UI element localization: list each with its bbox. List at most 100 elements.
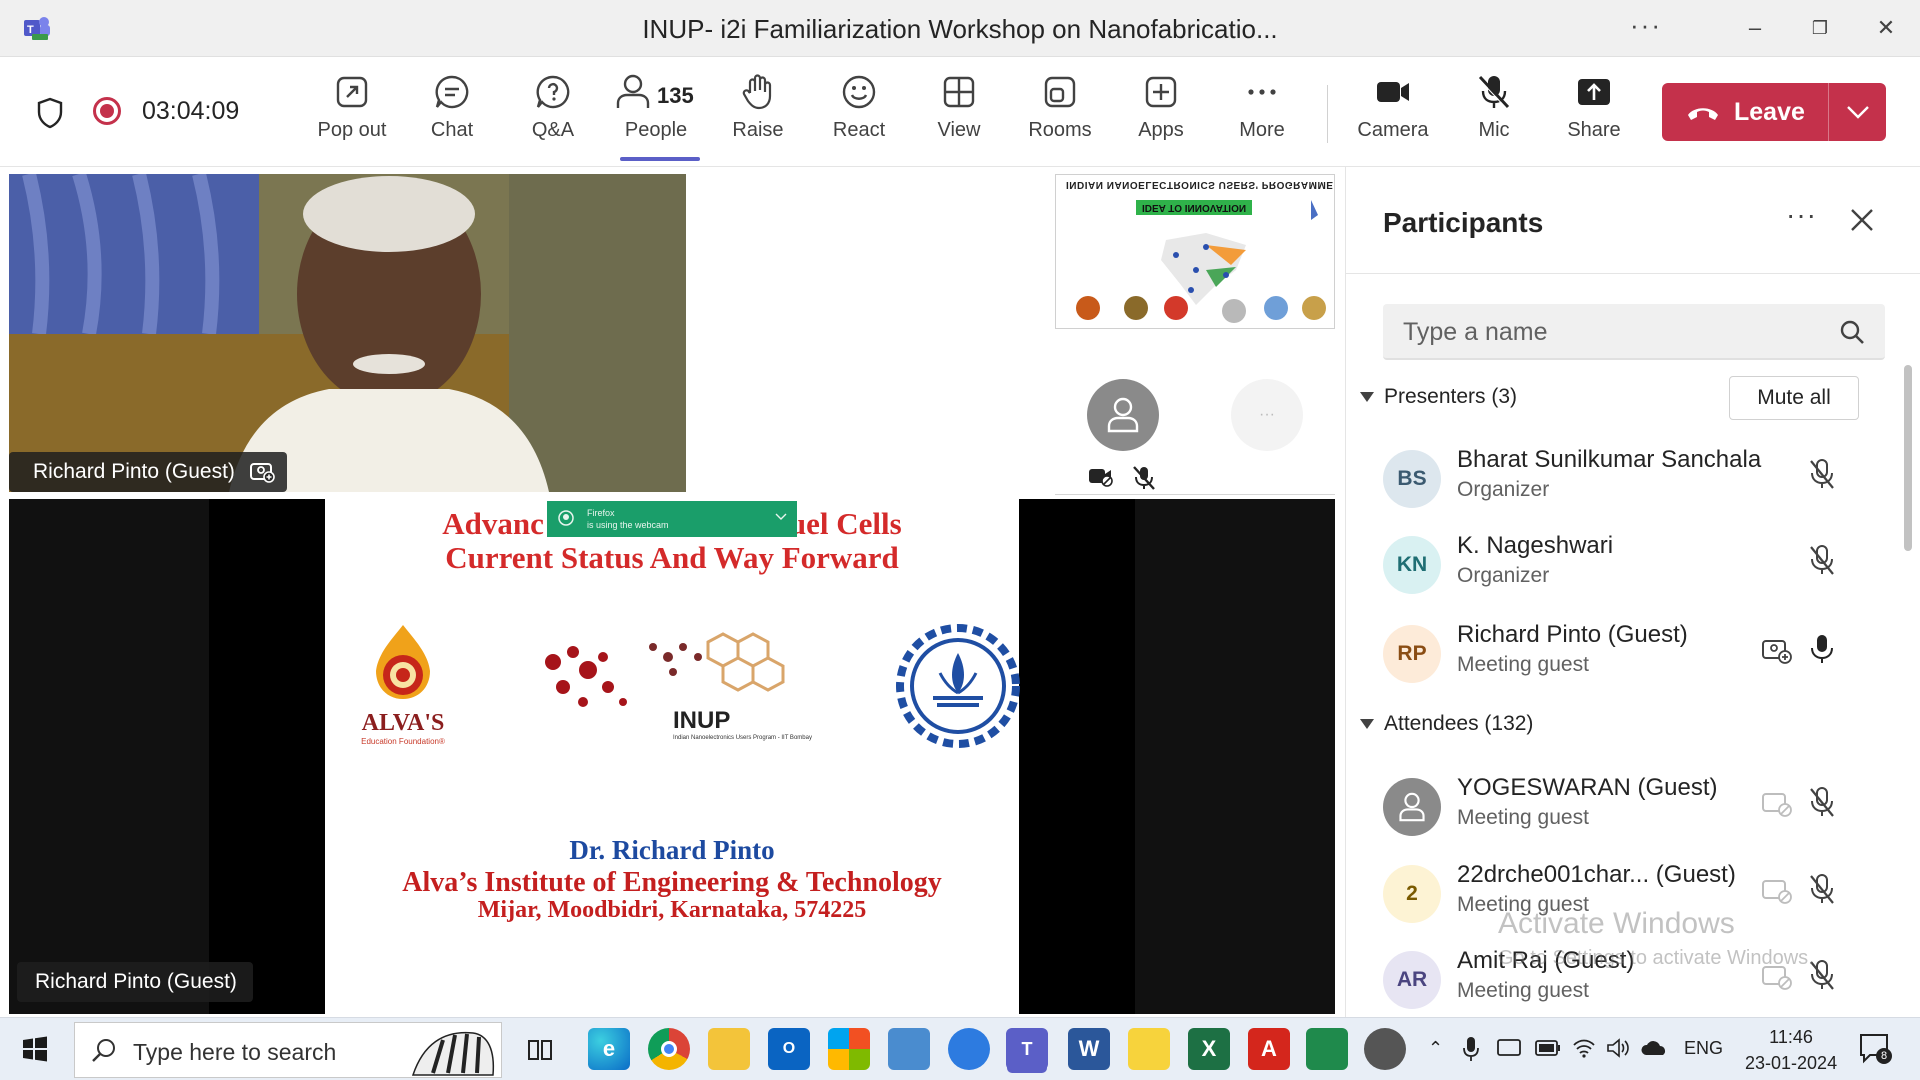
- apps-button[interactable]: Apps: [1113, 73, 1209, 157]
- guest-camera-icon: [249, 463, 275, 483]
- close-icon[interactable]: [1849, 207, 1875, 233]
- toolbar-divider: [1327, 85, 1328, 143]
- panel-more-icon[interactable]: ···: [1786, 199, 1817, 231]
- acrobat-icon[interactable]: A: [1248, 1028, 1290, 1070]
- raise-hand-button[interactable]: Raise: [710, 73, 806, 157]
- participant-row[interactable]: YOGESWARAN (Guest) Meeting guest: [1383, 770, 1883, 842]
- microsoft-store-icon[interactable]: [828, 1028, 870, 1070]
- show-hidden-icons-chevron[interactable]: ⌃: [1428, 1038, 1443, 1059]
- presenters-label: Presenters (3): [1384, 385, 1518, 408]
- mic-muted-icon[interactable]: [1808, 458, 1836, 490]
- window-more-icon[interactable]: ···: [1630, 10, 1662, 41]
- edge-icon[interactable]: e: [588, 1028, 630, 1070]
- file-explorer-icon[interactable]: [708, 1028, 750, 1070]
- participant-search-input[interactable]: [1403, 316, 1823, 348]
- participant-video-tile[interactable]: Richard Pinto (Guest): [9, 174, 686, 492]
- teams-taskbar-icon[interactable]: T: [1006, 1028, 1048, 1070]
- search-icon: [1840, 320, 1864, 344]
- windows-start-icon[interactable]: [22, 1036, 48, 1062]
- video-name-tag: Richard Pinto (Guest): [9, 452, 287, 492]
- alvas-tagline: Education Foundation®: [361, 737, 445, 746]
- app-green-icon[interactable]: [1306, 1028, 1348, 1070]
- leave-main-button[interactable]: Leave: [1662, 83, 1828, 141]
- participant-role: Organizer: [1457, 478, 1550, 501]
- taskbar-clock[interactable]: 11:46 23-01-2024: [1745, 1024, 1837, 1076]
- close-window-button[interactable]: ✕: [1866, 8, 1906, 48]
- avatar: AR: [1383, 951, 1441, 1009]
- app-blue-icon[interactable]: [948, 1028, 990, 1070]
- language-indicator[interactable]: ENG: [1684, 1038, 1723, 1059]
- shared-screen-thumbnail[interactable]: INDIAN NANOELECTRONICS USERS' PROGRAMME …: [1055, 174, 1335, 329]
- chat-button[interactable]: Chat: [404, 73, 500, 157]
- taskbar-search-box[interactable]: Type here to search: [74, 1022, 502, 1078]
- mic-muted-icon[interactable]: [1808, 873, 1836, 905]
- shield-icon[interactable]: [36, 97, 64, 129]
- participant-role: Meeting guest: [1457, 979, 1589, 1002]
- onedrive-icon[interactable]: [1640, 1040, 1668, 1056]
- restore-button[interactable]: ❐: [1800, 8, 1840, 48]
- firefox-banner-line1: Firefox: [587, 508, 615, 518]
- more-icon: [1248, 89, 1276, 95]
- participant-row[interactable]: BS Bharat Sunilkumar Sanchala Organizer: [1383, 442, 1883, 514]
- leave-button[interactable]: Leave: [1662, 83, 1886, 141]
- microphone-tray-icon[interactable]: [1463, 1036, 1479, 1062]
- mic-label: Mic: [1478, 119, 1510, 141]
- more-participants-tile[interactable]: ···: [1231, 379, 1303, 451]
- participant-row[interactable]: KN K. Nageshwari Organizer: [1383, 528, 1883, 600]
- panel-scrollbar[interactable]: [1904, 365, 1912, 551]
- mic-button[interactable]: Mic: [1446, 73, 1542, 157]
- avatar: [1383, 778, 1441, 836]
- participant-role: Meeting guest: [1457, 653, 1589, 676]
- rooms-button[interactable]: Rooms: [1012, 73, 1108, 157]
- word-icon[interactable]: W: [1068, 1028, 1110, 1070]
- view-button[interactable]: View: [911, 73, 1007, 157]
- camera-off-icon[interactable]: [1761, 790, 1793, 818]
- qa-button[interactable]: Q&A: [505, 73, 601, 157]
- pop-out-button[interactable]: Pop out: [304, 73, 400, 157]
- slide-institute: Alva’s Institute of Engineering & Techno…: [402, 867, 942, 898]
- presentation-slide: Advanc uel Cells Current Status And Way F…: [325, 499, 1020, 1014]
- wifi-icon[interactable]: [1572, 1038, 1596, 1058]
- camera-button[interactable]: Camera: [1345, 73, 1441, 157]
- chrome-icon[interactable]: [648, 1028, 690, 1070]
- mic-muted-icon[interactable]: [1808, 786, 1836, 818]
- sticky-notes-icon[interactable]: [1128, 1028, 1170, 1070]
- attendees-label: Attendees (132): [1384, 712, 1534, 735]
- firefox-webcam-banner[interactable]: Firefox is using the webcam: [547, 501, 797, 537]
- shared-content-tile[interactable]: Advanc uel Cells Current Status And Way F…: [9, 499, 1335, 1014]
- phone-hangup-icon: [1688, 108, 1718, 120]
- recording-icon: [93, 97, 121, 125]
- minimize-button[interactable]: –: [1735, 8, 1775, 48]
- notification-center-icon[interactable]: 8: [1858, 1032, 1892, 1066]
- participant-row[interactable]: RP Richard Pinto (Guest) Meeting guest: [1383, 617, 1883, 689]
- react-button[interactable]: React: [811, 73, 907, 157]
- title-bar: T INUP- i2i Familiarization Workshop on …: [0, 0, 1920, 57]
- volume-icon[interactable]: [1606, 1038, 1630, 1058]
- camera-add-icon[interactable]: [1761, 637, 1793, 665]
- camera-off-icon[interactable]: [1761, 877, 1793, 905]
- task-view-icon[interactable]: [527, 1037, 553, 1063]
- participant-avatar[interactable]: [1087, 379, 1159, 451]
- presenters-section-toggle[interactable]: Presenters (3): [1360, 385, 1517, 409]
- inup-logo: INUP Indian Nanoelectronics Users Progra…: [533, 632, 812, 747]
- mute-all-button[interactable]: Mute all: [1729, 376, 1859, 420]
- view-label: View: [937, 119, 981, 141]
- outlook-new-icon[interactable]: O: [768, 1028, 810, 1070]
- leave-options-button[interactable]: [1829, 105, 1886, 119]
- share-button[interactable]: Share: [1546, 73, 1642, 157]
- mic-muted-icon[interactable]: [1808, 544, 1836, 576]
- inup-tagline: Indian Nanoelectronics Users Program - I…: [673, 735, 812, 741]
- participant-status-icons: [1088, 465, 1156, 491]
- chat-icon: [435, 75, 469, 109]
- more-button[interactable]: More: [1214, 73, 1310, 157]
- qa-label: Q&A: [531, 119, 575, 141]
- display-tray-icon[interactable]: [1497, 1038, 1521, 1060]
- attendees-section-toggle[interactable]: Attendees (132): [1360, 712, 1533, 736]
- control-panel-icon[interactable]: [888, 1028, 930, 1070]
- iitb-logo: [896, 624, 1020, 748]
- collapse-triangle-icon: [1360, 719, 1374, 729]
- excel-icon[interactable]: X: [1188, 1028, 1230, 1070]
- clock-app-icon[interactable]: [1364, 1028, 1406, 1070]
- mic-on-icon[interactable]: [1808, 633, 1836, 665]
- participant-search[interactable]: [1383, 304, 1885, 360]
